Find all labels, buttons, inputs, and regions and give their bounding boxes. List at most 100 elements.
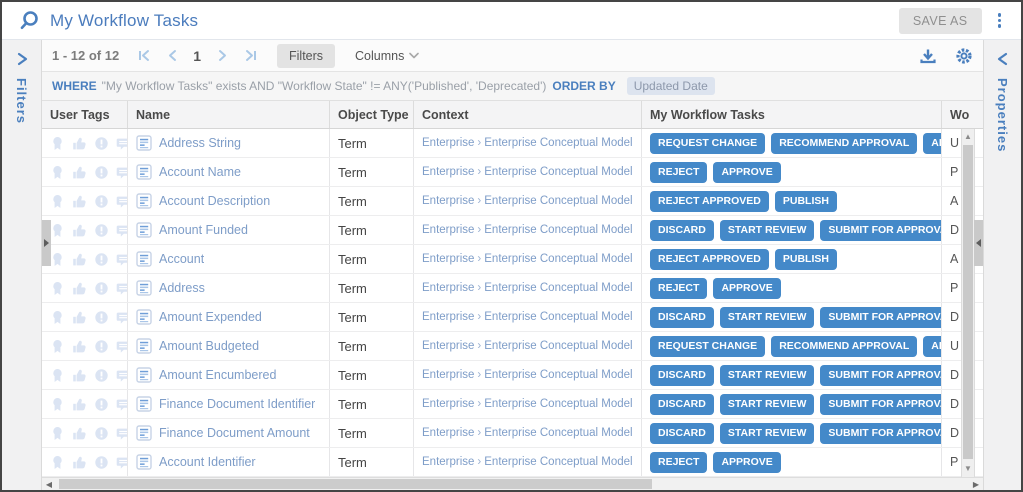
- award-icon[interactable]: [50, 223, 65, 238]
- asset-name-link[interactable]: Amount Funded: [159, 223, 248, 237]
- context-domain-link[interactable]: Enterprise: [422, 224, 474, 236]
- exclamation-icon[interactable]: [94, 426, 109, 441]
- exclamation-icon[interactable]: [94, 339, 109, 354]
- asset-name-link[interactable]: Finance Document Identifier: [159, 397, 315, 411]
- context-model-link[interactable]: Enterprise Conceptual Model: [484, 282, 632, 294]
- thumbs-up-icon[interactable]: [72, 281, 87, 296]
- award-icon[interactable]: [50, 252, 65, 267]
- context-model-link[interactable]: Enterprise Conceptual Model: [484, 427, 632, 439]
- thumbs-up-icon[interactable]: [72, 136, 87, 151]
- context-domain-link[interactable]: Enterprise: [422, 253, 474, 265]
- context-domain-link[interactable]: Enterprise: [422, 137, 474, 149]
- approve-button[interactable]: APPROVE: [713, 278, 780, 299]
- reject-button[interactable]: REJECT: [650, 278, 707, 299]
- next-page-button[interactable]: [211, 45, 233, 67]
- comment-icon[interactable]: [116, 194, 128, 209]
- award-icon[interactable]: [50, 455, 65, 470]
- vertical-scrollbar-thumb[interactable]: [963, 145, 973, 459]
- column-header-name[interactable]: Name: [128, 101, 330, 128]
- context-model-link[interactable]: Enterprise Conceptual Model: [484, 137, 632, 149]
- comment-icon[interactable]: [116, 281, 128, 296]
- download-icon[interactable]: [919, 47, 937, 65]
- context-domain-link[interactable]: Enterprise: [422, 340, 474, 352]
- publish-button[interactable]: PUBLISH: [775, 191, 837, 212]
- comment-icon[interactable]: [116, 136, 128, 151]
- submit-for-approval-button[interactable]: SUBMIT FOR APPROVAL: [820, 394, 942, 415]
- filters-rail[interactable]: Filters: [2, 40, 42, 490]
- exclamation-icon[interactable]: [94, 310, 109, 325]
- discard-button[interactable]: DISCARD: [650, 394, 714, 415]
- context-model-link[interactable]: Enterprise Conceptual Model: [484, 166, 632, 178]
- start-review-button[interactable]: START REVIEW: [720, 365, 815, 386]
- comment-icon[interactable]: [116, 223, 128, 238]
- comment-icon[interactable]: [116, 165, 128, 180]
- context-model-link[interactable]: Enterprise Conceptual Model: [484, 340, 632, 352]
- more-options-icon[interactable]: [990, 9, 1010, 32]
- context-domain-link[interactable]: Enterprise: [422, 398, 474, 410]
- comment-icon[interactable]: [116, 310, 128, 325]
- thumbs-up-icon[interactable]: [72, 426, 87, 441]
- context-domain-link[interactable]: Enterprise: [422, 427, 474, 439]
- discard-button[interactable]: DISCARD: [650, 220, 714, 241]
- thumbs-up-icon[interactable]: [72, 165, 87, 180]
- context-domain-link[interactable]: Enterprise: [422, 456, 474, 468]
- exclamation-icon[interactable]: [94, 136, 109, 151]
- start-review-button[interactable]: START REVIEW: [720, 307, 815, 328]
- context-domain-link[interactable]: Enterprise: [422, 166, 474, 178]
- exclamation-icon[interactable]: [94, 194, 109, 209]
- horizontal-scrollbar[interactable]: ◀ ▶: [42, 477, 983, 490]
- order-by-chip[interactable]: Updated Date: [627, 77, 715, 95]
- exclamation-icon[interactable]: [94, 281, 109, 296]
- publish-button[interactable]: PUBLISH: [775, 249, 837, 270]
- reject-button[interactable]: REJECT: [650, 452, 707, 473]
- exclamation-icon[interactable]: [94, 223, 109, 238]
- approve-button[interactable]: APPROVE: [713, 162, 780, 183]
- context-domain-link[interactable]: Enterprise: [422, 282, 474, 294]
- submit-for-approval-button[interactable]: SUBMIT FOR APPROVAL: [820, 423, 942, 444]
- scroll-down-icon[interactable]: ▼: [962, 461, 974, 475]
- thumbs-up-icon[interactable]: [72, 252, 87, 267]
- award-icon[interactable]: [50, 136, 65, 151]
- vertical-scrollbar[interactable]: ▲ ▼: [961, 129, 975, 477]
- previous-page-button[interactable]: [161, 45, 183, 67]
- reject-approved-button[interactable]: REJECT APPROVED: [650, 191, 769, 212]
- asset-name-link[interactable]: Account Name: [159, 165, 241, 179]
- exclamation-icon[interactable]: [94, 368, 109, 383]
- context-model-link[interactable]: Enterprise Conceptual Model: [484, 398, 632, 410]
- award-icon[interactable]: [50, 281, 65, 296]
- asset-name-link[interactable]: Account Description: [159, 194, 270, 208]
- context-model-link[interactable]: Enterprise Conceptual Model: [484, 253, 632, 265]
- start-review-button[interactable]: START REVIEW: [720, 394, 815, 415]
- save-as-button[interactable]: SAVE AS: [899, 8, 982, 34]
- properties-rail[interactable]: Properties: [983, 40, 1021, 490]
- exclamation-icon[interactable]: [94, 252, 109, 267]
- award-icon[interactable]: [50, 397, 65, 412]
- thumbs-up-icon[interactable]: [72, 455, 87, 470]
- approve-button[interactable]: APPROVE: [923, 336, 942, 357]
- award-icon[interactable]: [50, 368, 65, 383]
- context-model-link[interactable]: Enterprise Conceptual Model: [484, 195, 632, 207]
- approve-button[interactable]: APPROVE: [923, 133, 942, 154]
- thumbs-up-icon[interactable]: [72, 397, 87, 412]
- column-header-user-tags[interactable]: User Tags: [42, 101, 128, 128]
- reject-approved-button[interactable]: REJECT APPROVED: [650, 249, 769, 270]
- award-icon[interactable]: [50, 310, 65, 325]
- discard-button[interactable]: DISCARD: [650, 365, 714, 386]
- discard-button[interactable]: DISCARD: [650, 423, 714, 444]
- context-model-link[interactable]: Enterprise Conceptual Model: [484, 224, 632, 236]
- asset-name-link[interactable]: Amount Expended: [159, 310, 262, 324]
- asset-name-link[interactable]: Address: [159, 281, 205, 295]
- recommend-approval-button[interactable]: RECOMMEND APPROVAL: [771, 133, 917, 154]
- award-icon[interactable]: [50, 165, 65, 180]
- exclamation-icon[interactable]: [94, 397, 109, 412]
- context-domain-link[interactable]: Enterprise: [422, 195, 474, 207]
- comment-icon[interactable]: [116, 426, 128, 441]
- award-icon[interactable]: [50, 339, 65, 354]
- horizontal-scrollbar-thumb[interactable]: [59, 479, 652, 489]
- recommend-approval-button[interactable]: RECOMMEND APPROVAL: [771, 336, 917, 357]
- properties-panel-handle[interactable]: [974, 220, 983, 266]
- request-change-button[interactable]: REQUEST CHANGE: [650, 336, 765, 357]
- start-review-button[interactable]: START REVIEW: [720, 423, 815, 444]
- comment-icon[interactable]: [116, 339, 128, 354]
- asset-name-link[interactable]: Address String: [159, 136, 241, 150]
